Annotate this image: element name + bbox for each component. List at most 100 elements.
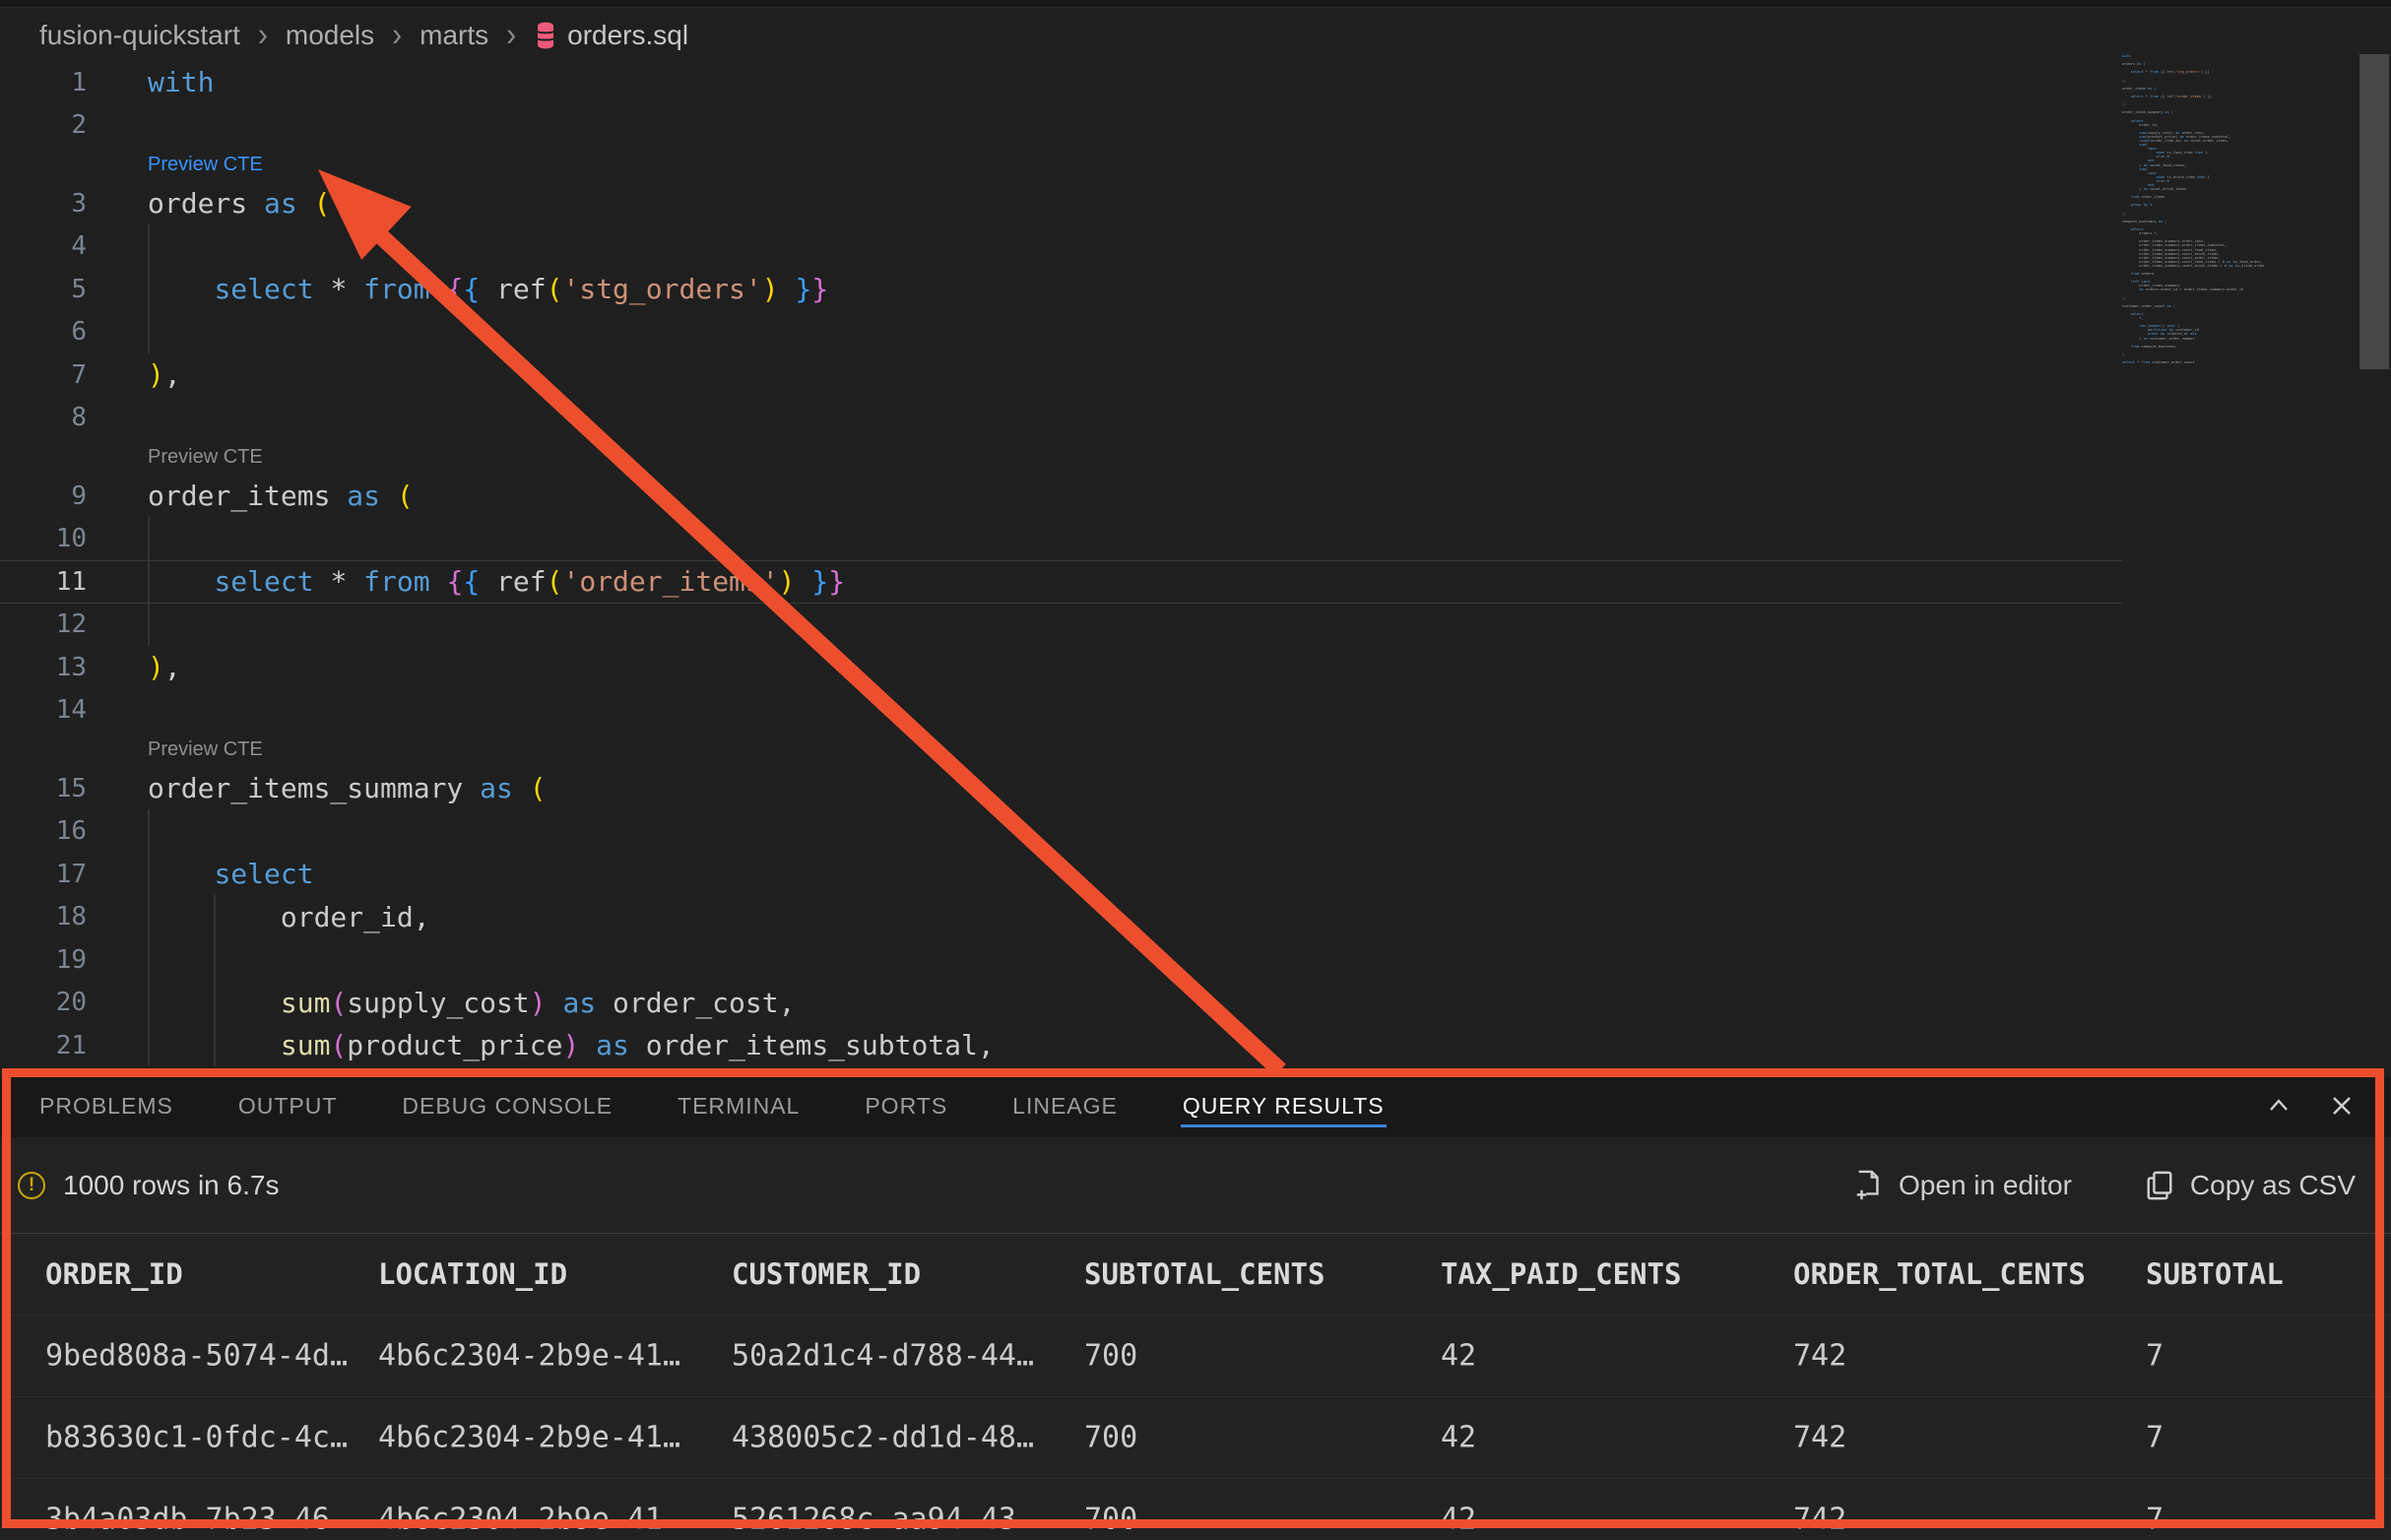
line-number: 4 [0, 231, 87, 261]
panel-tab-query-results[interactable]: QUERY RESULTS [1183, 1077, 1385, 1134]
breadcrumb-separator: › [256, 16, 270, 54]
table-cell[interactable]: 742 [1793, 1503, 1846, 1537]
panel-tab-lineage[interactable]: LINEAGE [1012, 1077, 1118, 1134]
code-line[interactable]: 16 [0, 810, 2122, 854]
line-number: 16 [0, 816, 87, 846]
line-number: 3 [0, 189, 87, 219]
line-number: 12 [0, 610, 87, 639]
table-cell[interactable]: 42 [1441, 1503, 1476, 1537]
breadcrumb-item[interactable]: models [286, 20, 374, 51]
table-cell[interactable]: 742 [1793, 1421, 1846, 1455]
code-text: select * from {{ ref('order_items') }} [87, 565, 845, 598]
column-header[interactable]: LOCATION_ID [378, 1257, 567, 1291]
code-line[interactable]: 13), [0, 646, 2122, 689]
close-icon[interactable] [2324, 1088, 2359, 1123]
line-number: 10 [0, 524, 87, 553]
code-line[interactable]: 6 [0, 311, 2122, 354]
bottom-panel: PROBLEMS OUTPUT DEBUG CONSOLE TERMINAL PORTS… [0, 1077, 2391, 1540]
chevron-up-icon[interactable] [2261, 1088, 2296, 1123]
table-row[interactable]: 9bed808a-5074-4d… 4b6c2304-2b9e-41… 50a2d1… [0, 1315, 2391, 1396]
code-text: order_id, [87, 901, 430, 933]
table-cell[interactable]: 700 [1084, 1339, 1137, 1374]
preview-cte-link[interactable]: Preview CTE [148, 446, 263, 469]
line-number: 8 [0, 403, 87, 432]
code-text: ), [87, 358, 181, 391]
code-line[interactable]: 1with [0, 61, 2122, 104]
code-line[interactable]: 4 [0, 225, 2122, 269]
table-cell[interactable]: 50a2d1c4-d788-44… [732, 1339, 1034, 1374]
breadcrumb-file[interactable]: orders.sql [534, 20, 688, 51]
code-line[interactable]: 14 [0, 689, 2122, 733]
code-line[interactable]: 11 select * from {{ ref('order_items') }… [0, 560, 2122, 604]
code-line[interactable]: 21 sum(product_price) as order_items_sub… [0, 1024, 2122, 1067]
breadcrumb-item[interactable]: marts [420, 20, 488, 51]
table-cell[interactable]: 438005c2-dd1d-48… [732, 1421, 1034, 1455]
table-cell[interactable]: 7 [2146, 1421, 2164, 1455]
table-cell[interactable]: 4b6c2304-2b9e-41 [378, 1503, 663, 1537]
code-line[interactable]: 20 sum(supply_cost) as order_cost, [0, 982, 2122, 1025]
preview-cte-link[interactable]: Preview CTE [148, 154, 263, 176]
table-cell[interactable]: 742 [1793, 1339, 1846, 1374]
code-lens-row: Preview CTE [0, 732, 2122, 767]
panel-tab-problems[interactable]: PROBLEMS [39, 1077, 173, 1134]
table-cell[interactable]: 5261268c-aa94-43 [732, 1503, 1016, 1537]
table-cell[interactable]: 700 [1084, 1421, 1137, 1455]
column-header[interactable]: CUSTOMER_ID [732, 1257, 921, 1291]
table-cell[interactable]: 4b6c2304-2b9e-41… [378, 1421, 680, 1455]
table-row[interactable]: b83630c1-0fdc-4c… 4b6c2304-2b9e-41… 438005… [0, 1396, 2391, 1478]
line-number: 18 [0, 902, 87, 931]
code-line[interactable]: 9order_items as ( [0, 475, 2122, 518]
code-line[interactable]: 3orders as ( [0, 182, 2122, 225]
editor-scrollbar[interactable] [2358, 0, 2391, 1067]
panel-tab-terminal[interactable]: TERMINAL [678, 1077, 800, 1134]
breadcrumb-item[interactable]: fusion-quickstart [39, 20, 240, 51]
line-number: 21 [0, 1031, 87, 1060]
code-text: orders as ( [87, 187, 330, 220]
code-line[interactable]: 10 [0, 518, 2122, 561]
code-line[interactable]: 17 select [0, 853, 2122, 896]
code-text: order_items_summary as ( [87, 772, 547, 804]
code-editor[interactable]: 1with2Preview CTE3orders as (45 select *… [0, 61, 2122, 1067]
code-line[interactable]: 7), [0, 353, 2122, 397]
column-header[interactable]: TAX_PAID_CENTS [1441, 1257, 1681, 1291]
code-line[interactable]: 18 order_id, [0, 896, 2122, 939]
column-header[interactable]: SUBTOTAL [2146, 1257, 2284, 1291]
code-text: select [87, 858, 314, 890]
table-cell[interactable]: 700 [1084, 1503, 1137, 1537]
scrollbar-thumb[interactable] [2359, 54, 2389, 369]
open-in-editor-label: Open in editor [1899, 1170, 2072, 1201]
code-line[interactable]: 19 [0, 938, 2122, 982]
line-number: 11 [0, 567, 87, 597]
indent-guide [148, 225, 150, 353]
indent-guide [148, 809, 150, 1066]
panel-tab-debug-console[interactable]: DEBUG CONSOLE [402, 1077, 613, 1134]
table-row[interactable]: 3b4a03db-7b23-46 4b6c2304-2b9e-41 5261268c… [0, 1478, 2391, 1540]
copy-as-csv-button[interactable]: Copy as CSV [2145, 1170, 2356, 1201]
code-line[interactable]: 5 select * from {{ ref('stg_orders') }} [0, 268, 2122, 311]
table-cell[interactable]: 9bed808a-5074-4d… [45, 1339, 348, 1374]
indent-guide [148, 517, 150, 646]
code-line[interactable]: 8 [0, 397, 2122, 440]
panel-tab-output[interactable]: OUTPUT [238, 1077, 338, 1134]
panel-tab-ports[interactable]: PORTS [865, 1077, 947, 1134]
table-cell[interactable]: 42 [1441, 1421, 1476, 1455]
table-cell[interactable]: 7 [2146, 1339, 2164, 1374]
code-text: sum(product_price) as order_items_subtot… [87, 1029, 995, 1061]
table-cell[interactable]: 7 [2146, 1503, 2164, 1537]
code-line[interactable]: 2 [0, 104, 2122, 148]
column-header[interactable]: ORDER_ID [45, 1257, 183, 1291]
code-text: order_items as ( [87, 480, 414, 512]
breadcrumb-separator: › [504, 16, 518, 54]
table-cell[interactable]: 42 [1441, 1339, 1476, 1374]
open-in-editor-button[interactable]: Open in editor [1853, 1170, 2072, 1201]
code-line[interactable]: 15order_items_summary as ( [0, 767, 2122, 810]
column-header[interactable]: SUBTOTAL_CENTS [1084, 1257, 1325, 1291]
preview-cte-link[interactable]: Preview CTE [148, 738, 263, 761]
table-cell[interactable]: b83630c1-0fdc-4c… [45, 1421, 348, 1455]
column-header[interactable]: ORDER_TOTAL_CENTS [1793, 1257, 2086, 1291]
table-cell[interactable]: 4b6c2304-2b9e-41… [378, 1339, 680, 1374]
code-line[interactable]: 12 [0, 604, 2122, 647]
line-number: 13 [0, 653, 87, 682]
minimap[interactable]: with orders as ( select * from {{ ref('s… [2122, 54, 2358, 379]
table-cell[interactable]: 3b4a03db-7b23-46 [45, 1503, 330, 1537]
